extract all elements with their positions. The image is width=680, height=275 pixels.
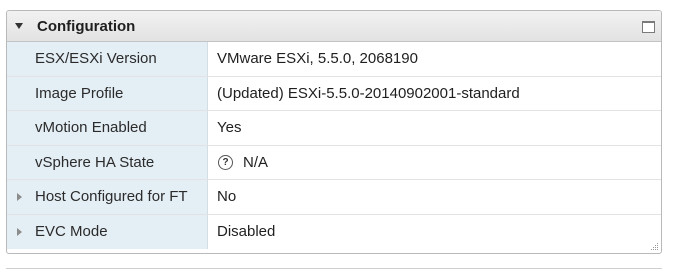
maximize-icon[interactable] [642,21,655,33]
row-label-cell: EVC Mode [7,214,208,249]
property-grid: ESX/ESXi Version VMware ESXi, 5.5.0, 206… [7,42,661,249]
row-label: Image Profile [35,84,124,102]
row-label-cell: Host Configured for FT [7,180,208,214]
row-esx-version: ESX/ESXi Version VMware ESXi, 5.5.0, 206… [7,42,661,77]
panel-title: Configuration [37,18,136,35]
expand-arrow-icon[interactable] [17,192,22,201]
resize-grip-icon[interactable] [649,241,659,251]
configuration-panel: Configuration ESX/ESXi Version VMware ES… [6,10,662,254]
row-value: (Updated) ESXi-5.5.0-20140902001-standar… [217,84,520,102]
row-label-cell: ESX/ESXi Version [7,42,208,76]
row-value-cell: Disabled [208,215,661,250]
row-value: VMware ESXi, 5.5.0, 2068190 [217,50,418,68]
row-value-cell: Yes [208,111,661,145]
row-value: N/A [243,153,269,171]
row-label: Host Configured for FT [35,188,188,206]
panel-header[interactable]: Configuration [7,11,661,42]
row-label-cell: vSphere HA State [7,145,208,179]
row-value-cell: VMware ESXi, 5.5.0, 2068190 [208,42,661,76]
row-host-configured-ft[interactable]: Host Configured for FT No [7,180,661,215]
row-label: ESX/ESXi Version [35,50,157,68]
row-label: vMotion Enabled [35,119,147,137]
row-value: Disabled [217,223,276,241]
row-value: No [217,188,237,206]
row-label: EVC Mode [35,223,108,241]
collapse-icon[interactable] [15,23,23,29]
row-value-cell: ? N/A [208,146,661,180]
row-vsphere-ha-state: vSphere HA State ? N/A [7,145,661,180]
row-label-cell: Image Profile [7,76,208,110]
row-evc-mode[interactable]: EVC Mode Disabled [7,214,661,250]
row-vmotion-enabled: vMotion Enabled Yes [7,111,661,146]
row-image-profile: Image Profile (Updated) ESXi-5.5.0-20140… [7,76,661,111]
row-value: Yes [217,119,242,137]
row-value-cell: (Updated) ESXi-5.5.0-20140902001-standar… [208,77,661,111]
row-label-cell: vMotion Enabled [7,111,208,145]
row-label: vSphere HA State [35,153,155,171]
expand-arrow-icon[interactable] [17,227,22,236]
help-icon[interactable]: ? [218,154,233,170]
row-value-cell: No [208,180,661,214]
divider [6,268,662,269]
